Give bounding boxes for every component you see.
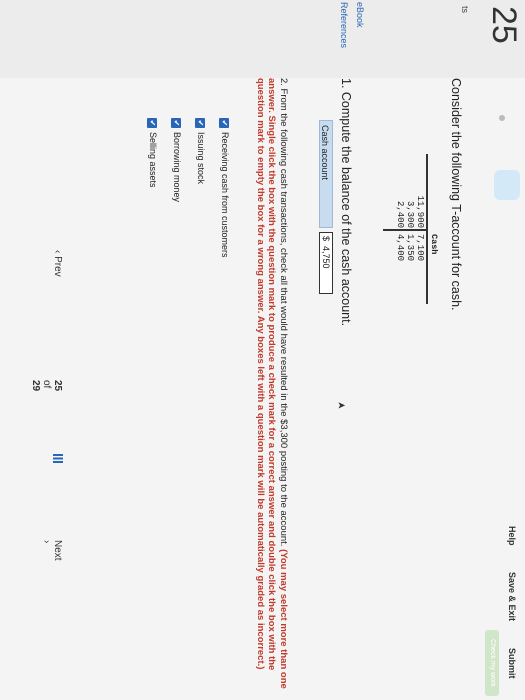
checkmark-icon[interactable]: ✔: [171, 118, 181, 128]
question-2-lead: 2. From the following cash transactions,…: [278, 78, 289, 547]
of-label: of: [41, 380, 52, 389]
checkmark-icon[interactable]: ✔: [219, 118, 229, 128]
credit-entry: 1,350: [405, 234, 415, 262]
checkmark-icon[interactable]: ✔: [147, 118, 157, 128]
choice-label: Borrowing money: [172, 132, 182, 203]
t-account-title: Cash: [429, 234, 439, 255]
rail-item-references[interactable]: References: [339, 2, 349, 48]
choice-label: Issuing stock: [196, 132, 206, 185]
rail-item-ts[interactable]: ts: [460, 6, 470, 13]
rail-item-ebook[interactable]: eBook: [355, 2, 365, 28]
credit-entry: 7,100: [415, 234, 425, 262]
current-question: 25: [52, 380, 63, 392]
debit-entry: 3,300: [405, 200, 415, 228]
assignment-page: 25 ts eBook References Help Save & Exit …: [0, 0, 525, 700]
prev-label: Prev: [52, 256, 63, 277]
photo-frame: 25 ts eBook References Help Save & Exit …: [0, 0, 525, 700]
help-button[interactable]: Help: [507, 526, 517, 546]
left-rail: 25 ts eBook References: [0, 0, 525, 78]
credit-entry: 4,400: [395, 234, 405, 262]
next-label: Next: [52, 540, 63, 561]
top-toolbar: Help Save & Exit Submit Check my work: [485, 520, 525, 700]
cash-balance-input[interactable]: $ 4,750: [319, 232, 333, 294]
question-intro: Consider the following T-account for cas…: [449, 78, 463, 311]
question-2-prompt: 2. From the following cash transactions,…: [255, 78, 289, 690]
cash-balance-value: 4,750: [321, 246, 331, 269]
grid-icon[interactable]: [53, 454, 63, 464]
mouse-cursor-icon: ➤: [337, 400, 346, 412]
badge-icon: [494, 170, 520, 200]
currency-symbol: $: [321, 236, 331, 242]
t-account-divider: [383, 229, 428, 231]
next-button[interactable]: Next ›: [41, 540, 63, 561]
save-exit-button[interactable]: Save & Exit: [507, 572, 517, 621]
prev-button[interactable]: ‹ Prev: [52, 250, 63, 277]
question-1-prompt: 1. Compute the balance of the cash accou…: [339, 78, 353, 327]
debit-entry: 11,900: [415, 195, 425, 228]
t-account-credits: 7,100 1,350 4,400: [395, 234, 425, 274]
total-questions: 29: [30, 380, 41, 392]
checkmark-icon[interactable]: ✔: [195, 118, 205, 128]
debit-entry: 2,400: [395, 200, 405, 228]
choice-label: Selling assets: [148, 132, 158, 188]
t-account-debits: 11,900 3,300 2,400: [395, 194, 425, 228]
check-my-work-button[interactable]: Check my work: [485, 630, 499, 696]
submit-button[interactable]: Submit: [507, 648, 517, 679]
choice-label: Receiving cash from customers: [220, 132, 230, 258]
page-indicator: 25 of 29: [30, 380, 63, 391]
cash-account-label: Cash account: [319, 120, 333, 228]
question-number: 25: [485, 6, 523, 44]
cash-t-account: Cash 11,900 3,300 2,400 7,100 1,350 4,40…: [363, 84, 443, 444]
status-dot: [499, 115, 505, 121]
